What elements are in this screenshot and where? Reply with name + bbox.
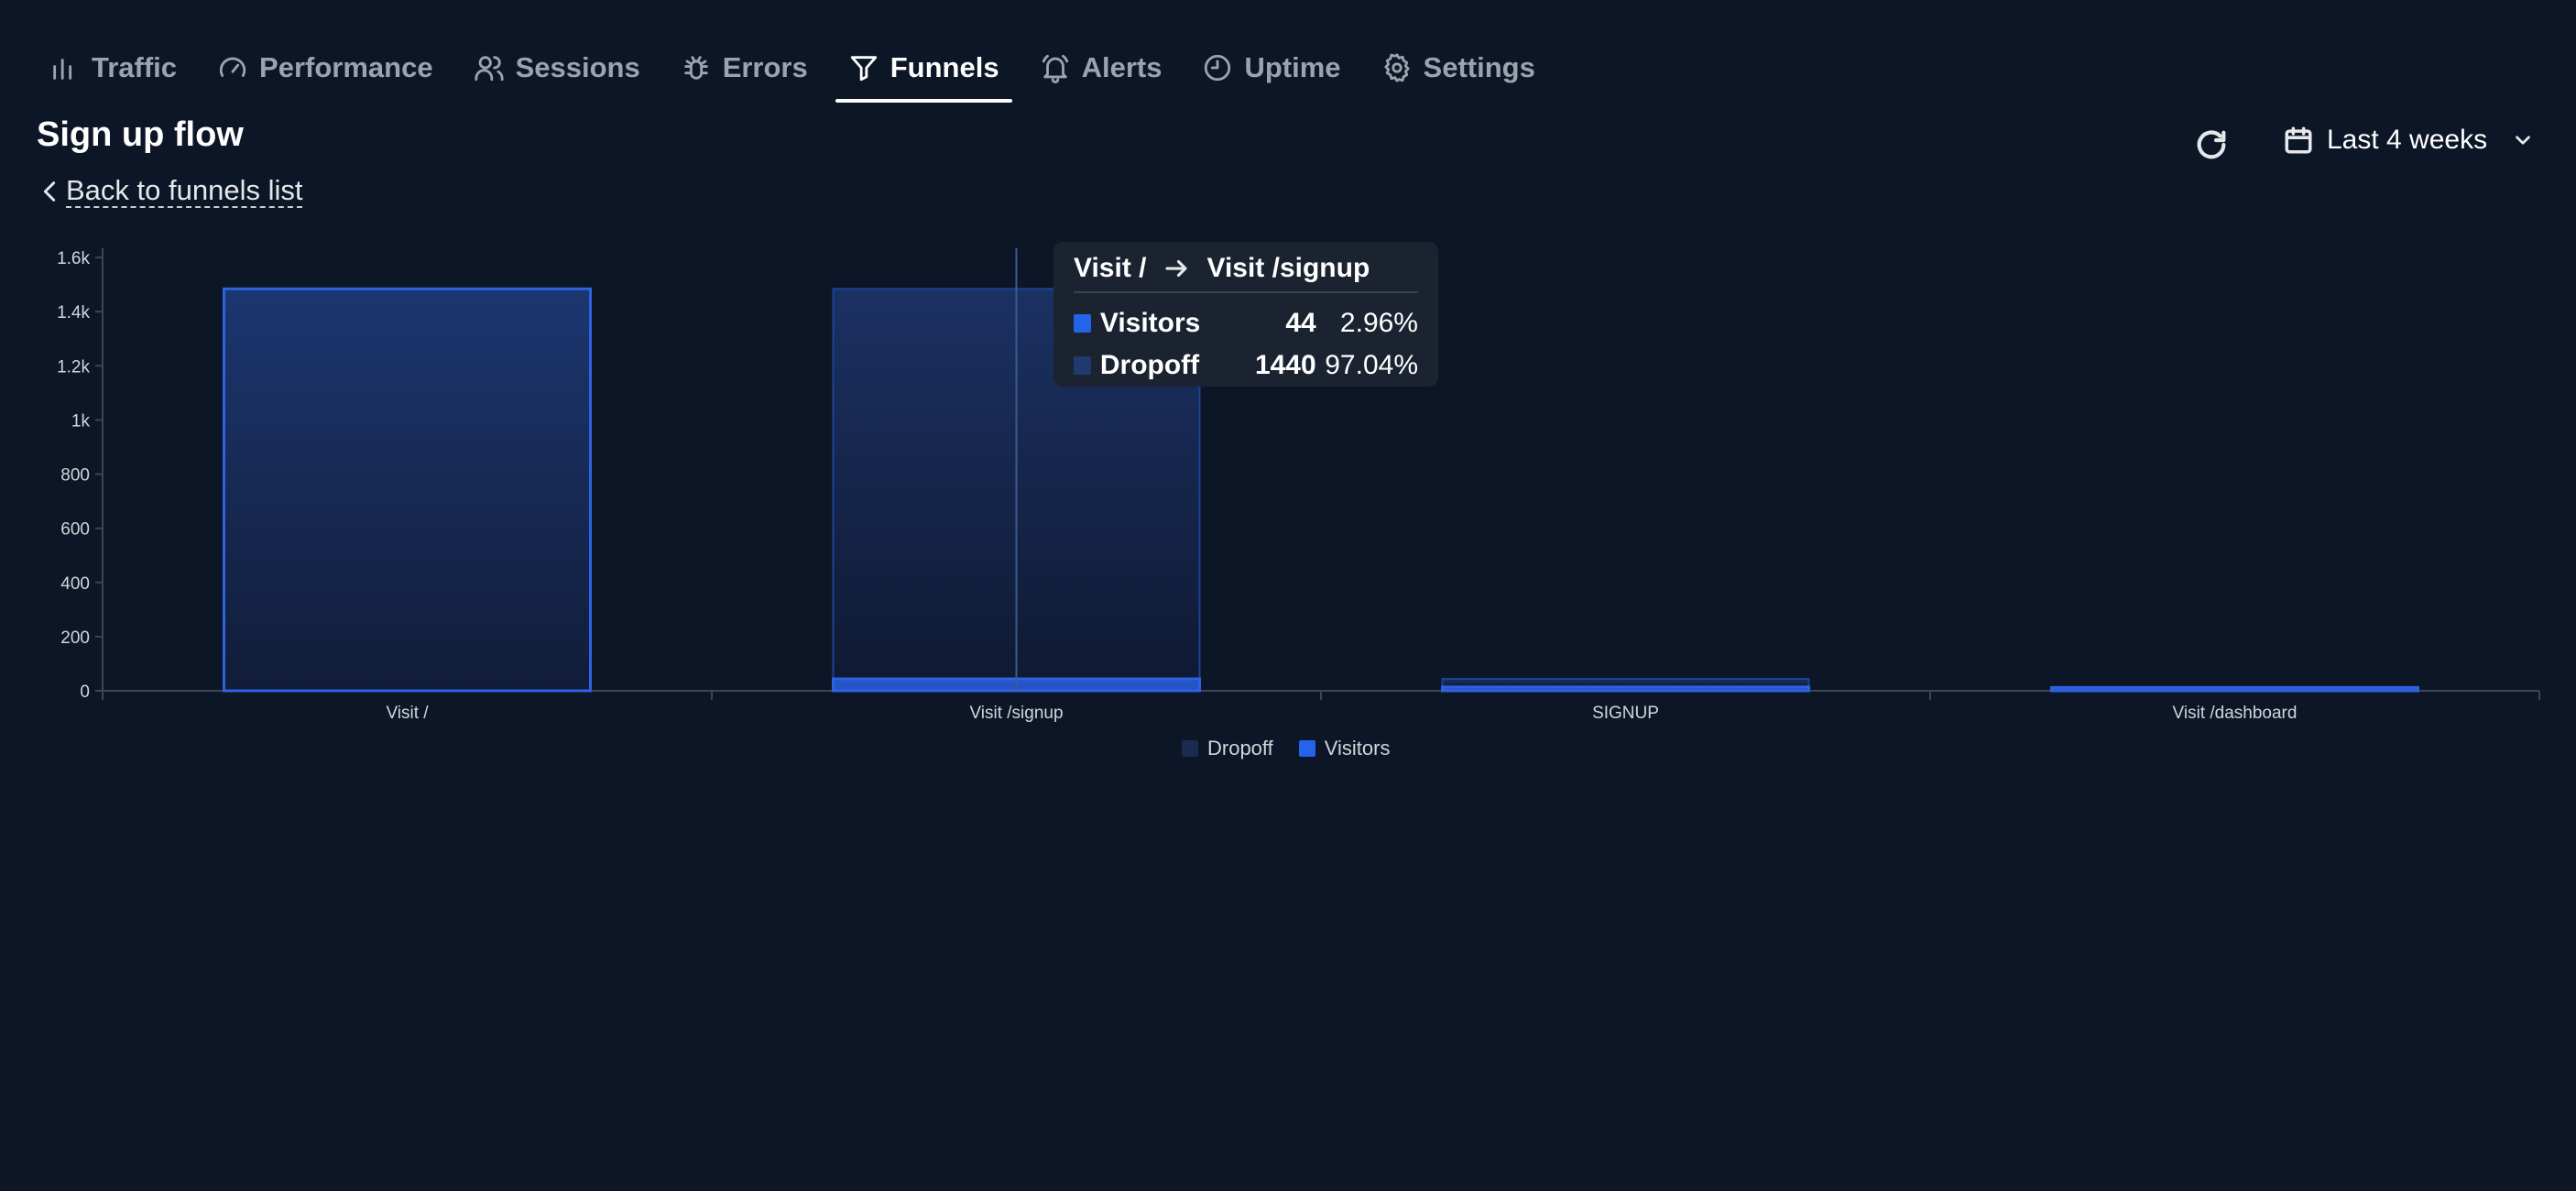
tooltip-percent: 97.04% [1325,350,1418,380]
x-tick-label: Visit / [386,704,429,723]
legend-label: Dropoff [1207,737,1273,759]
chart-legend: Dropoff Visitors [1182,737,1390,760]
y-tick-label: 800 [60,466,90,486]
tooltip-count: 44 [1285,308,1316,338]
tooltip-count: 1440 [1254,350,1316,380]
y-tick-label: 600 [60,520,90,540]
x-tick-label: SIGNUP [1592,704,1659,723]
tooltip-series-name: Visitors [1099,308,1201,338]
y-tick-label: 0 [80,683,90,702]
legend-item-visitors[interactable]: Visitors [1298,737,1391,760]
tooltip-from: Visit / [1074,253,1147,283]
tooltip-swatch [1074,356,1091,375]
arrow-right-icon [1165,259,1188,278]
tooltip-percent: 2.96% [1339,308,1418,338]
y-tick-label: 400 [60,574,90,594]
tooltip-header: Visit / Visit /signup [1074,253,1418,293]
y-tick-label: 200 [60,628,90,648]
tooltip-row-visitors: Visitors 44 2.96% [1074,302,1418,344]
funnel-chart: 02004006008001k1.2k1.4k1.6kVisit / Visit … [57,248,2540,723]
legend-label: Visitors [1324,737,1391,759]
tooltip-row-dropoff: Dropoff 1440 97.04% [1074,344,1418,387]
bar-visitors[interactable] [2050,685,2419,693]
bar-visitors[interactable] [223,287,592,693]
y-tick-label: 1.2k [57,357,90,377]
x-tick-label: Visit /signup [969,704,1063,723]
legend-swatch [1298,740,1315,757]
tooltip-swatch [1074,314,1091,333]
x-tick-label: Visit /dashboard [2173,704,2298,723]
tooltip-series-name: Dropoff [1099,350,1200,380]
y-tick-label: 1.6k [57,249,90,268]
legend-swatch [1182,740,1198,757]
tooltip-to: Visit /signup [1206,253,1370,283]
chart-tooltip: Visit / Visit /signup Visitors 44 2.96% … [1053,242,1438,387]
y-tick-label: 1.4k [57,303,90,322]
bar-visitors[interactable] [1441,685,1810,693]
legend-item-dropoff[interactable]: Dropoff [1182,737,1273,760]
y-tick-label: 1k [71,411,91,431]
